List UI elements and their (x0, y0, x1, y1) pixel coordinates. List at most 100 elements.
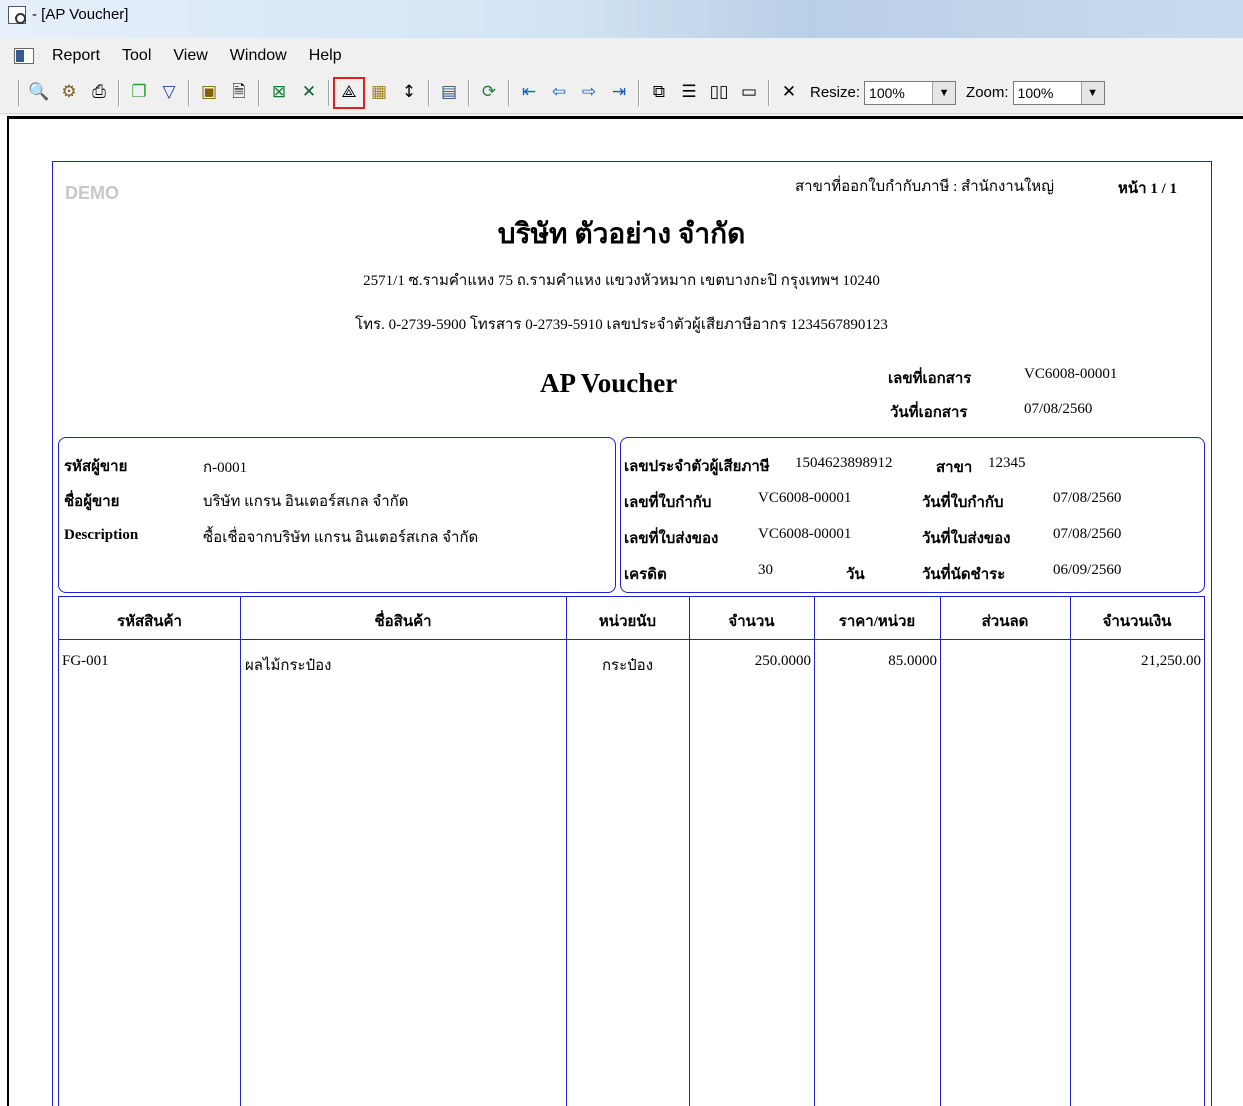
excel-x-button[interactable]: ✕ (294, 78, 324, 108)
first-page-icon: ⇤ (521, 82, 537, 102)
column-header-product-code: รหัสสินค้า (117, 614, 182, 630)
delivery-date-label: วันที่ใบส่งของ (922, 531, 1011, 547)
cell-product-code: FG-001 (62, 653, 109, 669)
invoice-no-value: VC6008-00001 (758, 490, 852, 506)
doc-date-value: 07/08/2560 (1024, 401, 1093, 417)
next-page-button[interactable]: ⇨ (574, 78, 604, 108)
column-divider (940, 597, 941, 1106)
column-header-product-name: ชื่อสินค้า (374, 614, 432, 630)
toolbar-separator (328, 79, 330, 106)
mdi-window-icon[interactable] (14, 48, 34, 64)
print-setup-icon: ⚙ (61, 82, 77, 102)
layout-columns-button[interactable]: ▯▯ (704, 78, 734, 108)
cell-amount: 21,250.00 (1141, 653, 1201, 669)
preview-icon: 🔍 (28, 82, 50, 102)
doc-no-value: VC6008-00001 (1024, 366, 1118, 382)
preview-frame-left (0, 116, 9, 1106)
zoom-select[interactable]: 100% ▼ (1012, 80, 1105, 105)
cell-product-name: ผลไม้กระป๋อง (245, 658, 332, 674)
cell-unit-price: 85.0000 (888, 653, 937, 669)
excel-x-icon: ✕ (301, 82, 317, 102)
invoice-date-value: 07/08/2560 (1053, 490, 1122, 506)
menu-bar: Report Tool View Window Help (0, 44, 1243, 68)
toolbar-separator (188, 79, 190, 106)
menu-report[interactable]: Report (52, 45, 100, 67)
grid-button[interactable]: ▦ (364, 78, 394, 108)
vendor-name-value: บริษัท แกรน อินเตอร์สเกล จำกัด (203, 494, 409, 510)
column-header-amount: จำนวนเงิน (1102, 614, 1172, 630)
excel-button[interactable]: ⊠ (264, 78, 294, 108)
calculator-icon: ▤ (440, 82, 458, 102)
last-page-button[interactable]: ⇥ (604, 78, 634, 108)
toolbar-separator (508, 79, 510, 106)
close-preview-button[interactable]: ✕ (774, 78, 804, 108)
print-setup-button[interactable]: ⚙ (54, 78, 84, 108)
invoice-no-label: เลขที่ใบกำกับ (624, 495, 712, 511)
design-icon: ⟁ (341, 82, 357, 102)
menu-tool[interactable]: Tool (122, 45, 151, 67)
design-button[interactable]: ⟁ (333, 76, 365, 109)
tile-button[interactable]: ⧉ (644, 78, 674, 108)
invoice-date-label: วันที่ใบกำกับ (922, 495, 1004, 511)
tax-id-value: 1504623898912 (795, 455, 893, 471)
column-divider (1070, 597, 1071, 1106)
prev-page-icon: ⇦ (551, 82, 567, 102)
days-unit-label: วัน (846, 567, 865, 583)
refresh-icon: ⟳ (481, 82, 497, 102)
issuing-branch: สาขาที่ออกใบกำกับภาษี : สำนักงานใหญ่ (795, 179, 1054, 195)
doc-no-label: เลขที่เอกสาร (888, 371, 972, 387)
toolbar: 🔍 ⚙ ⎙ ❐ ▽ ▣ 🗎 ⊠ ✕ ⟁ ▦ ↕ ▤ ⟳ ⇤ ⇦ ⇨ ⇥ ⧉ ☰ … (0, 72, 1243, 114)
vendor-code-value: ก-0001 (203, 460, 248, 476)
prev-page-button[interactable]: ⇦ (544, 78, 574, 108)
toolbar-separator (638, 79, 640, 106)
resize-value: 100% (865, 81, 934, 104)
resize-select[interactable]: 100% ▼ (864, 80, 957, 105)
column-header-unit: หน่วยนับ (598, 614, 657, 630)
company-address: 2571/1 ซ.รามคำแหง 75 ถ.รามคำแหง แขวงหัวห… (363, 273, 880, 289)
cell-quantity: 250.0000 (754, 653, 811, 669)
refresh-button[interactable]: ⟳ (474, 78, 504, 108)
toolbar-separator (258, 79, 260, 106)
toolbar-separator (468, 79, 470, 106)
print-button[interactable]: ⎙ (84, 78, 114, 108)
description-label: Description (64, 527, 139, 543)
tile-icon: ⧉ (652, 82, 666, 102)
menu-help[interactable]: Help (309, 45, 342, 67)
tax-id-label: เลขประจำตัวผู้เสียภาษี (624, 459, 770, 475)
calculator-button[interactable]: ▤ (434, 78, 464, 108)
first-page-button[interactable]: ⇤ (514, 78, 544, 108)
toolbar-separator (768, 79, 770, 106)
export-button[interactable]: ▣ (194, 78, 224, 108)
filter-icon: ▽ (162, 82, 176, 102)
table-header-divider (59, 639, 1204, 640)
items-table: รหัสสินค้า ชื่อสินค้า หน่วยนับ จำนวน ราค… (58, 596, 1205, 1106)
cell-unit: กระป๋อง (601, 658, 654, 674)
zoom-value: 100% (1014, 81, 1082, 104)
menu-view[interactable]: View (173, 45, 207, 67)
vendor-code-label: รหัสผู้ขาย (64, 459, 128, 475)
column-divider (689, 597, 690, 1106)
delivery-no-value: VC6008-00001 (758, 526, 852, 542)
menu-window[interactable]: Window (230, 45, 287, 67)
delivery-no-label: เลขที่ใบส่งของ (624, 531, 719, 547)
copy-button[interactable]: ❐ (124, 78, 154, 108)
document-button[interactable]: 🗎 (224, 78, 254, 108)
window-icon: ▭ (740, 82, 758, 102)
vendor-info-box (58, 437, 616, 593)
resize-label: Resize: (810, 84, 861, 101)
last-page-icon: ⇥ (611, 82, 627, 102)
layout-rows-button[interactable]: ☰ (674, 78, 704, 108)
chevron-down-icon[interactable]: ▼ (1081, 81, 1104, 104)
excel-icon: ⊠ (271, 82, 287, 102)
toolbar-separator (118, 79, 120, 106)
copy-icon: ❐ (131, 82, 147, 102)
layout-columns-icon: ▯▯ (709, 82, 729, 102)
filter-button[interactable]: ▽ (154, 78, 184, 108)
chevron-down-icon[interactable]: ▼ (933, 81, 956, 104)
preview-button[interactable]: 🔍 (24, 78, 54, 108)
fit-button[interactable]: ↕ (394, 78, 424, 108)
column-divider (240, 597, 241, 1106)
close-icon: ✕ (781, 82, 797, 102)
column-header-unit-price: ราคา/หน่วย (838, 614, 916, 630)
window-button[interactable]: ▭ (734, 78, 764, 108)
